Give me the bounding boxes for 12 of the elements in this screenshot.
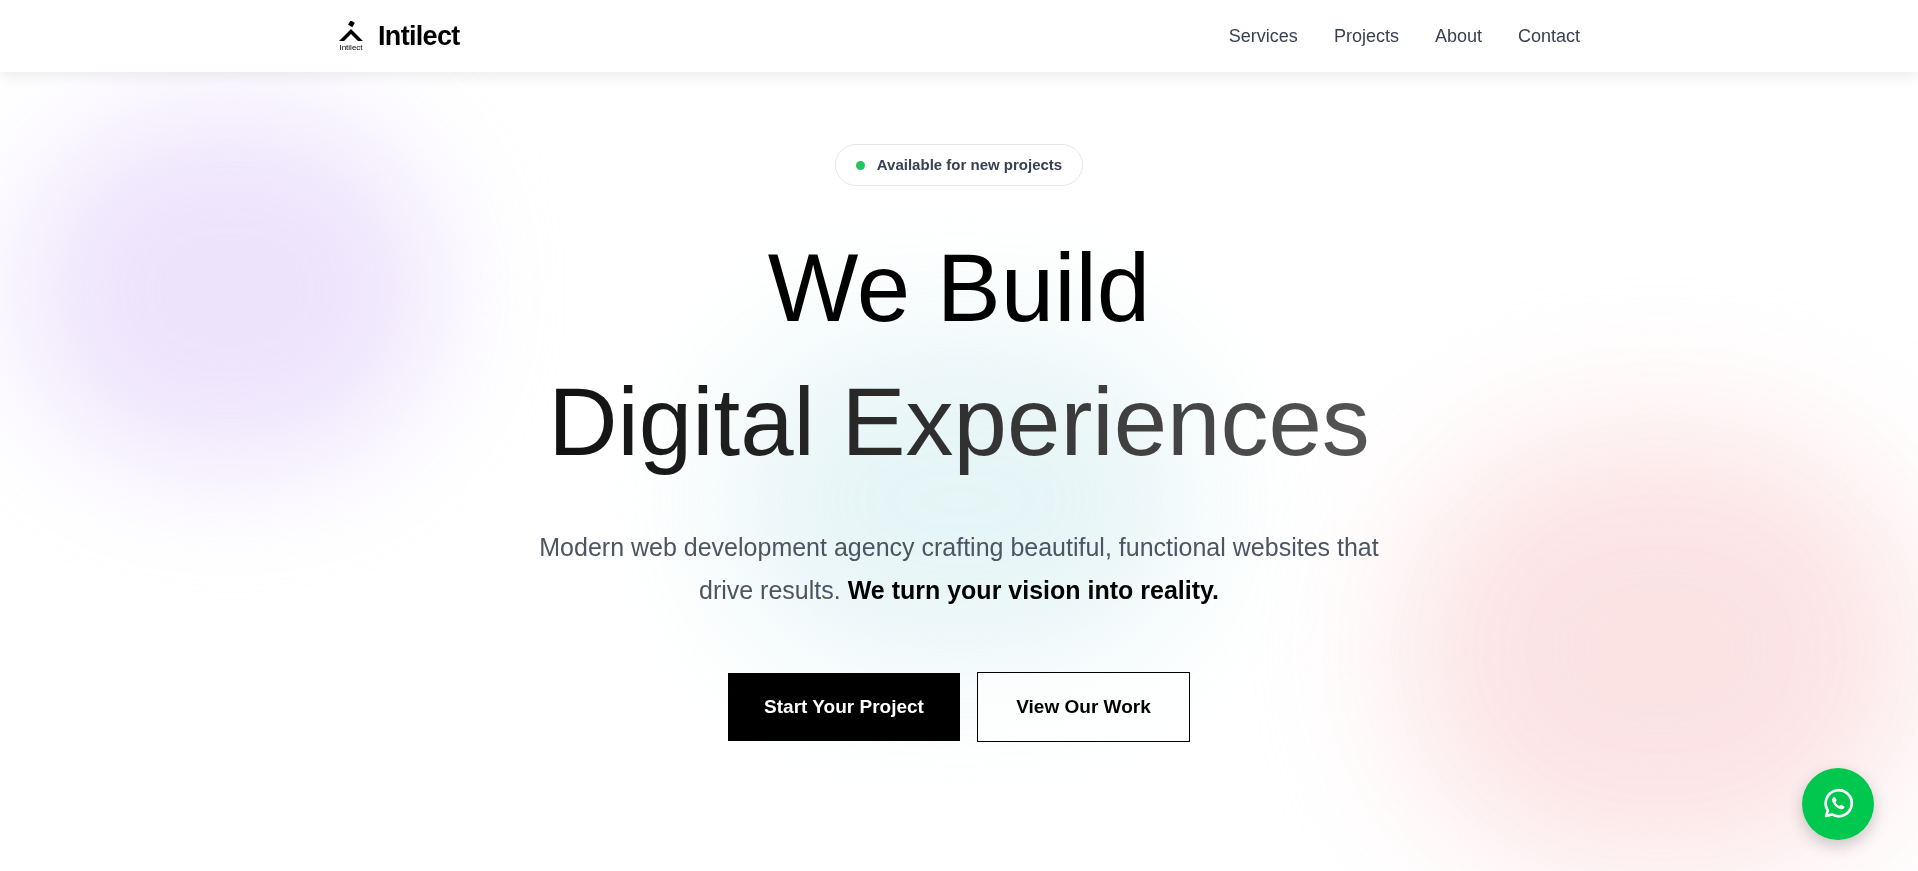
view-work-button[interactable]: View Our Work <box>977 672 1190 742</box>
brand-name[interactable]: Intilect <box>378 15 460 57</box>
start-project-button[interactable]: Start Your Project <box>728 673 960 741</box>
hero-description: Modern web development agency crafting beautiful, functional websites that drive results. We turn your vision into reality. <box>538 532 1380 606</box>
badge-label: Available for new projects <box>876 154 1063 175</box>
hero-heading-line: We Build <box>767 233 1151 343</box>
nav-link[interactable]: Projects <box>1333 22 1399 50</box>
logo-caption: Intilect <box>339 42 363 52</box>
nav-link[interactable]: Services <box>1228 22 1298 50</box>
nav-link[interactable]: Contact <box>1517 22 1580 50</box>
logo-icon <box>338 20 364 43</box>
nav-link[interactable]: About <box>1434 22 1482 50</box>
